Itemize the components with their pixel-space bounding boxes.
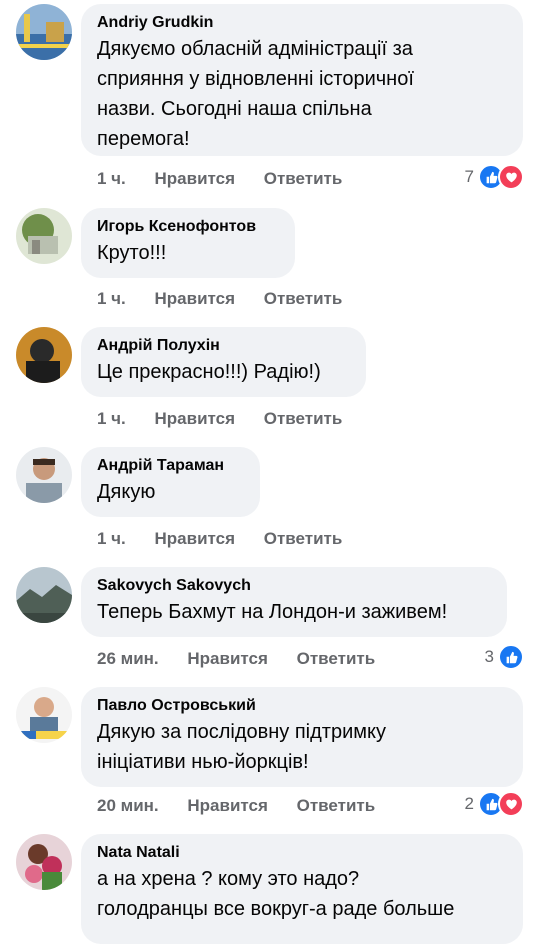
reply-button[interactable]: Ответить bbox=[297, 796, 376, 815]
comment-bubble: Andriy Grudkin Дякуємо обласній адмініст… bbox=[81, 4, 523, 156]
comment-actions: 20 мин. Нравится Ответить bbox=[97, 793, 399, 819]
comment-text-line: Дякую bbox=[97, 481, 156, 503]
comment-actions: 26 мин. Нравится Ответить bbox=[97, 646, 399, 672]
comment-author[interactable]: Sakovych Sakovych bbox=[97, 575, 491, 597]
comment-time[interactable]: 20 мин. bbox=[97, 796, 159, 815]
comment-time[interactable]: 1 ч. bbox=[97, 169, 126, 188]
comment-bubble: Sakovych Sakovych Теперь Бахмут на Лондо… bbox=[81, 567, 507, 637]
comment-bubble: Nata Natali а на хрена ? кому это надо? … bbox=[81, 834, 523, 944]
like-button[interactable]: Нравится bbox=[155, 529, 236, 548]
comment-text-line: Дякую за послідовну підтримку bbox=[97, 721, 386, 743]
comment-time[interactable]: 1 ч. bbox=[97, 409, 126, 428]
comment-bubble: Андрій Полухін Це прекрасно!!!) Радію!) bbox=[81, 327, 366, 397]
comment-text-line: Круто!!! bbox=[97, 242, 167, 264]
avatar[interactable] bbox=[16, 687, 72, 743]
comment-time[interactable]: 1 ч. bbox=[97, 289, 126, 308]
comment-author[interactable]: Павло Островський bbox=[97, 695, 507, 717]
comment-time[interactable]: 26 мин. bbox=[97, 649, 159, 668]
reactions-count: 7 bbox=[464, 167, 474, 186]
reactions-summary[interactable]: 2 bbox=[465, 791, 524, 817]
comment-author[interactable]: Nata Natali bbox=[97, 842, 507, 864]
reply-button[interactable]: Ответить bbox=[297, 649, 376, 668]
reply-button[interactable]: Ответить bbox=[264, 409, 343, 428]
avatar[interactable] bbox=[16, 834, 72, 890]
comment-text-line: а на хрена ? кому это надо? bbox=[97, 868, 360, 890]
reply-button[interactable]: Ответить bbox=[264, 169, 343, 188]
reactions-count: 3 bbox=[484, 647, 494, 666]
comment-text-line: Це прекрасно!!!) Радію!) bbox=[97, 361, 321, 383]
avatar[interactable] bbox=[16, 4, 72, 60]
comment-text-line: голодранцы все вокруг-а раде больше bbox=[97, 898, 455, 920]
comment-bubble: Андрій Тараман Дякую bbox=[81, 447, 260, 517]
comment-actions: 1 ч. Нравится Ответить bbox=[97, 166, 366, 192]
comment-actions: 1 ч. Нравится Ответить bbox=[97, 526, 366, 552]
like-icon bbox=[498, 644, 524, 670]
comment-actions: 1 ч. Нравится Ответить bbox=[97, 406, 366, 432]
reactions-summary[interactable]: 3 bbox=[485, 644, 524, 670]
like-button[interactable]: Нравится bbox=[155, 409, 236, 428]
comment-author[interactable]: Андрій Тараман bbox=[97, 455, 244, 477]
comment-actions: 1 ч. Нравится Ответить bbox=[97, 286, 366, 312]
comment-author[interactable]: Игорь Ксенофонтов bbox=[97, 216, 279, 238]
comment-text-line: Дякуємо обласній адміністрації за bbox=[97, 38, 413, 60]
reply-button[interactable]: Ответить bbox=[264, 289, 343, 308]
reactions-count: 2 bbox=[464, 794, 474, 813]
comment-text-line: Теперь Бахмут на Лондон-и заживем! bbox=[97, 601, 448, 623]
love-icon bbox=[498, 791, 524, 817]
comment-author[interactable]: Andriy Grudkin bbox=[97, 12, 507, 34]
comment-bubble: Павло Островський Дякую за послідовну пі… bbox=[81, 687, 523, 787]
avatar[interactable] bbox=[16, 327, 72, 383]
like-button[interactable]: Нравится bbox=[187, 649, 268, 668]
avatar[interactable] bbox=[16, 447, 72, 503]
like-button[interactable]: Нравится bbox=[155, 169, 236, 188]
comment-time[interactable]: 1 ч. bbox=[97, 529, 126, 548]
avatar[interactable] bbox=[16, 208, 72, 264]
comment-text-line: сприяння у відновленні історичної bbox=[97, 68, 414, 90]
comment-text-line: ініціативи нью-йоркців! bbox=[97, 751, 309, 773]
like-button[interactable]: Нравится bbox=[155, 289, 236, 308]
comment-author[interactable]: Андрій Полухін bbox=[97, 335, 350, 357]
avatar[interactable] bbox=[16, 567, 72, 623]
comment-text-line: перемога! bbox=[97, 128, 190, 150]
love-icon bbox=[498, 164, 524, 190]
comment-bubble: Игорь Ксенофонтов Круто!!! bbox=[81, 208, 295, 278]
comment-text-line: назви. Сьогодні наша спільна bbox=[97, 98, 372, 120]
like-button[interactable]: Нравится bbox=[187, 796, 268, 815]
reactions-summary[interactable]: 7 bbox=[465, 164, 524, 190]
reply-button[interactable]: Ответить bbox=[264, 529, 343, 548]
